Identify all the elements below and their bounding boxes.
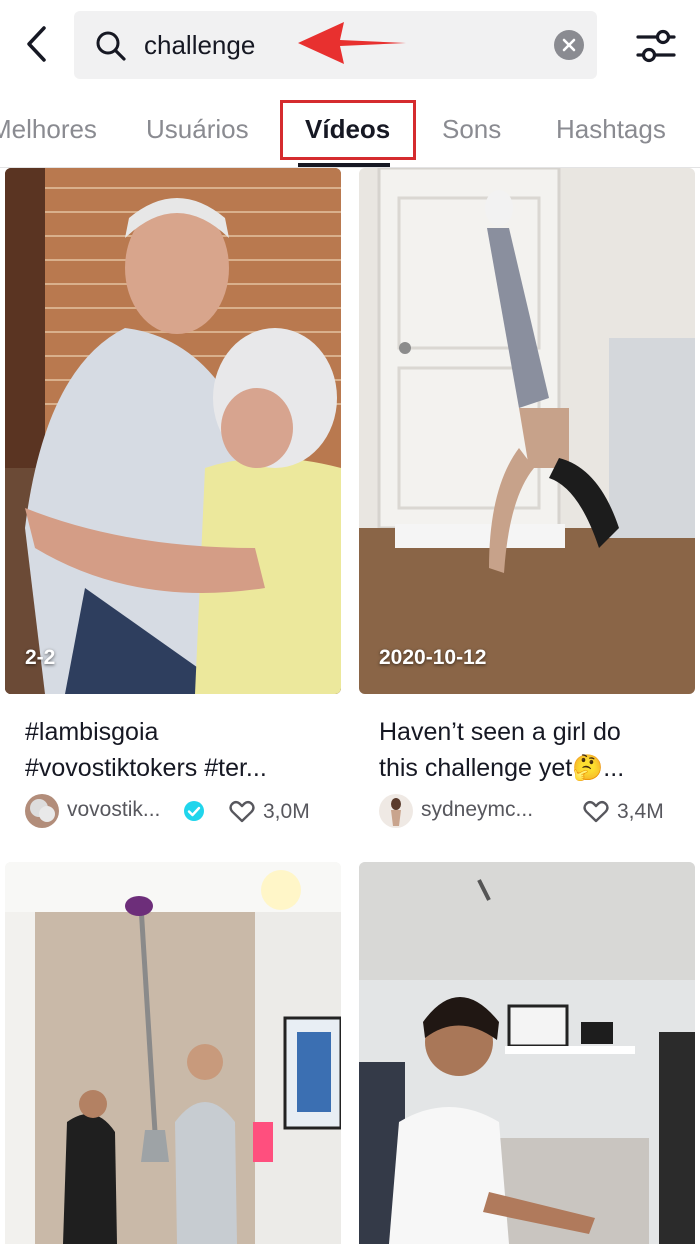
likes: 3,0M <box>229 796 310 828</box>
video-thumbnail[interactable] <box>359 862 695 1244</box>
broom-balance-image <box>5 862 341 1244</box>
clear-icon <box>562 38 576 52</box>
video-thumbnail[interactable]: 2-2 <box>5 168 341 694</box>
search-result-tabs: Melhores Usuários Vídeos Sons Hashtags <box>0 92 700 168</box>
avatar[interactable] <box>379 794 413 828</box>
video-caption[interactable]: Haven’t seen a girl do this challenge ye… <box>379 714 679 786</box>
tab-hashtags[interactable]: Hashtags <box>556 92 666 168</box>
active-tab-indicator <box>298 163 390 167</box>
video-date: 2020-10-12 <box>379 646 487 669</box>
like-count: 3,0M <box>263 800 310 823</box>
elderly-couple-image <box>5 168 341 694</box>
red-arrow-icon <box>298 22 406 64</box>
young-man-room-image <box>359 862 695 1244</box>
caption-line: Haven’t seen a girl do <box>379 718 621 746</box>
handstand-image <box>359 168 695 694</box>
tab-sounds[interactable]: Sons <box>442 92 501 168</box>
video-caption[interactable]: #lambisgoia #vovostiktokers #ter... <box>25 714 325 786</box>
caption-line: #vovostiktokers #ter... <box>25 754 267 782</box>
search-header <box>0 0 700 92</box>
caption-line: this challenge yet🤔... <box>379 754 625 782</box>
like-count: 3,4M <box>617 800 664 823</box>
verified-badge-icon <box>184 801 204 821</box>
video-meta: sydneymc... 3,4M <box>379 792 695 832</box>
username[interactable]: sydneymc... <box>421 798 533 822</box>
video-meta: vovostik... 3,0M <box>25 792 341 832</box>
search-icon <box>96 31 126 61</box>
caption-line: #lambisgoia <box>25 718 159 746</box>
clear-search-button[interactable] <box>554 30 584 60</box>
likes: 3,4M <box>583 796 664 828</box>
video-thumbnail[interactable]: 2020-10-12 <box>359 168 695 694</box>
avatar[interactable] <box>25 794 59 828</box>
tab-users[interactable]: Usuários <box>146 92 249 168</box>
heart-icon <box>583 801 609 823</box>
video-thumbnail[interactable] <box>5 862 341 1244</box>
chevron-left-icon <box>27 26 46 62</box>
back-button[interactable] <box>16 22 56 66</box>
tab-top[interactable]: Melhores <box>0 92 97 168</box>
filter-sliders-icon[interactable] <box>632 24 680 68</box>
username[interactable]: vovostik... <box>67 798 160 822</box>
heart-icon <box>229 801 255 823</box>
video-date: 2-2 <box>25 646 56 669</box>
tab-highlight-annotation <box>280 100 416 160</box>
